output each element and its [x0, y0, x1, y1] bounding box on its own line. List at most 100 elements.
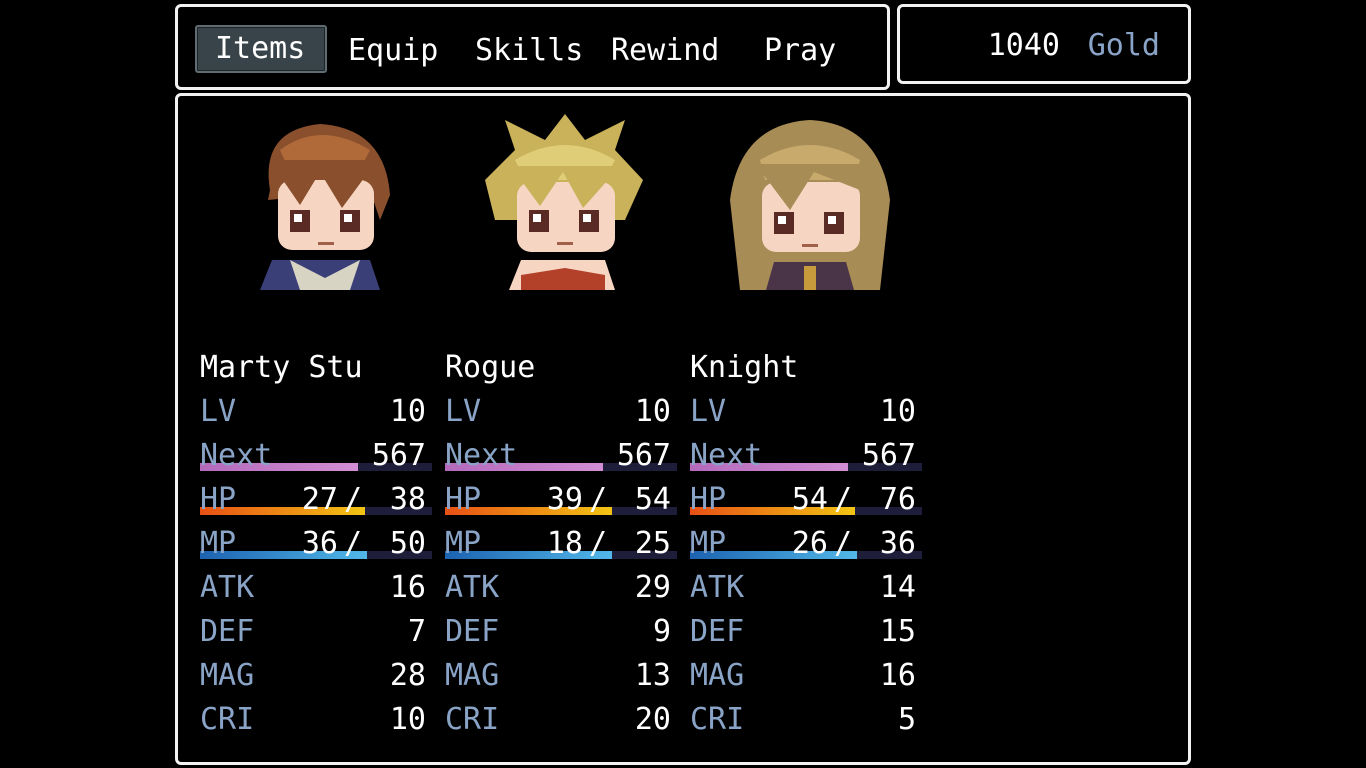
brown-haired-boy-portrait — [260, 124, 390, 290]
lv-value: 10 — [389, 394, 426, 429]
stat-mp: MP 26 / 36 — [690, 526, 922, 562]
hp-slash: / — [833, 482, 852, 517]
mp-label: MP — [445, 526, 482, 561]
stat-next: Next 567 — [200, 438, 432, 474]
lv-label: LV — [690, 394, 727, 429]
command-skills[interactable]: Skills — [475, 30, 583, 72]
next-label: Next — [200, 438, 273, 473]
actor-card[interactable]: Knight LV 10 Next 567 HP 54 / 76 MP 26 /… — [690, 96, 930, 756]
stat-mp: MP 36 / 50 — [200, 526, 432, 562]
mp-current: 18 — [546, 526, 583, 561]
atk-value: 16 — [389, 570, 426, 605]
mp-slash: / — [833, 526, 852, 561]
atk-value: 29 — [634, 570, 671, 605]
stat-hp: HP 27 / 38 — [200, 482, 432, 518]
mp-label: MP — [200, 526, 237, 561]
atk-label: ATK — [445, 570, 500, 605]
stat-next: Next 567 — [690, 438, 922, 474]
cri-label: CRI — [445, 702, 500, 737]
stat-atk: ATK 16 — [200, 570, 432, 606]
hp-current: 27 — [301, 482, 338, 517]
mp-current: 26 — [791, 526, 828, 561]
blonde-spiky-girl-portrait — [485, 114, 643, 290]
stat-mag: MAG 28 — [200, 658, 432, 694]
stat-cri: CRI 10 — [200, 702, 432, 738]
hp-label: HP — [445, 482, 482, 517]
cri-value: 10 — [389, 702, 426, 737]
hp-label: HP — [200, 482, 237, 517]
actor-name: Rogue — [445, 350, 536, 385]
mp-slash: / — [343, 526, 362, 561]
mag-label: MAG — [690, 658, 745, 693]
atk-label: ATK — [690, 570, 745, 605]
actor-card[interactable]: Marty Stu LV 10 Next 567 HP 27 / 38 MP 3… — [200, 96, 440, 756]
mp-max: 25 — [634, 526, 671, 561]
def-value: 15 — [879, 614, 916, 649]
lv-value: 10 — [879, 394, 916, 429]
mp-current: 36 — [301, 526, 338, 561]
stat-next: Next 567 — [445, 438, 677, 474]
def-label: DEF — [200, 614, 255, 649]
next-value: 567 — [616, 438, 671, 473]
next-value: 567 — [371, 438, 426, 473]
hp-slash: / — [343, 482, 362, 517]
mag-label: MAG — [200, 658, 255, 693]
actor-name: Marty Stu — [200, 350, 363, 385]
hp-label: HP — [690, 482, 727, 517]
stat-def: DEF 9 — [445, 614, 677, 650]
stat-cri: CRI 20 — [445, 702, 677, 738]
lv-value: 10 — [634, 394, 671, 429]
cri-value: 5 — [897, 702, 916, 737]
stat-mag: MAG 13 — [445, 658, 677, 694]
def-value: 9 — [652, 614, 671, 649]
stat-def: DEF 7 — [200, 614, 432, 650]
hp-max: 54 — [634, 482, 671, 517]
command-pray[interactable]: Pray — [764, 30, 836, 72]
mag-value: 28 — [389, 658, 426, 693]
cri-label: CRI — [690, 702, 745, 737]
lv-label: LV — [445, 394, 482, 429]
command-items[interactable]: Items — [195, 25, 328, 73]
cri-value: 20 — [634, 702, 671, 737]
status-window: Marty Stu LV 10 Next 567 HP 27 / 38 MP 3… — [175, 93, 1191, 765]
def-label: DEF — [690, 614, 745, 649]
stat-atk: ATK 14 — [690, 570, 922, 606]
stat-mp: MP 18 / 25 — [445, 526, 677, 562]
command-equip[interactable]: Equip — [348, 30, 438, 72]
atk-value: 14 — [879, 570, 916, 605]
next-label: Next — [690, 438, 763, 473]
stat-lv: LV 10 — [200, 394, 432, 430]
mp-label: MP — [690, 526, 727, 561]
hp-max: 38 — [389, 482, 426, 517]
stat-hp: HP 54 / 76 — [690, 482, 922, 518]
mp-max: 36 — [879, 526, 916, 561]
actor-card[interactable]: Rogue LV 10 Next 567 HP 39 / 54 MP 18 / … — [445, 96, 685, 756]
gold-unit: Gold — [1087, 28, 1160, 63]
hp-max: 76 — [879, 482, 916, 517]
def-value: 7 — [407, 614, 426, 649]
next-value: 567 — [861, 438, 916, 473]
command-window: Items Equip Skills Rewind Pray — [175, 4, 890, 90]
stat-cri: CRI 5 — [690, 702, 922, 738]
gold-amount: 1040 — [987, 28, 1060, 63]
lv-label: LV — [200, 394, 237, 429]
hp-slash: / — [588, 482, 607, 517]
stat-hp: HP 39 / 54 — [445, 482, 677, 518]
stat-def: DEF 15 — [690, 614, 922, 650]
stat-lv: LV 10 — [690, 394, 922, 430]
cri-label: CRI — [200, 702, 255, 737]
next-label: Next — [445, 438, 518, 473]
command-rewind[interactable]: Rewind — [611, 30, 719, 72]
atk-label: ATK — [200, 570, 255, 605]
stat-atk: ATK 29 — [445, 570, 677, 606]
mp-max: 50 — [389, 526, 426, 561]
actor-name: Knight — [690, 350, 799, 385]
mag-label: MAG — [445, 658, 500, 693]
stat-mag: MAG 16 — [690, 658, 922, 694]
long-blonde-hair-girl-portrait — [730, 120, 890, 290]
gold-window: 1040 Gold — [897, 4, 1191, 84]
stat-lv: LV 10 — [445, 394, 677, 430]
def-label: DEF — [445, 614, 500, 649]
mag-value: 13 — [634, 658, 671, 693]
hp-current: 39 — [546, 482, 583, 517]
